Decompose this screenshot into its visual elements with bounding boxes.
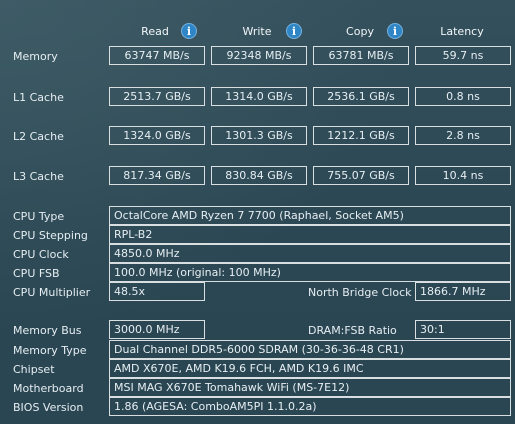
l2-write-value: 1301.3 GB/s [211, 126, 307, 145]
cpu-clock-value: 4850.0 MHz [109, 244, 511, 263]
north-bridge-clock-label: North Bridge Clock [308, 286, 412, 299]
cpu-stepping-value: RPL-B2 [109, 225, 511, 244]
info-icon[interactable]: i [387, 23, 403, 39]
bios-version-label: BIOS Version [13, 401, 84, 414]
info-icon[interactable]: i [181, 23, 197, 39]
cpu-stepping-label: CPU Stepping [13, 229, 88, 242]
l3-copy-value: 755.07 GB/s [313, 166, 409, 185]
l1-read-value: 2513.7 GB/s [109, 87, 205, 106]
memory-row-label: Memory [13, 50, 58, 63]
memory-copy-value: 63781 MB/s [313, 46, 409, 65]
cpu-clock-label: CPU Clock [13, 248, 69, 261]
cpu-fsb-value: 100.0 MHz (original: 100 MHz) [109, 263, 511, 282]
l1-copy-value: 2536.1 GB/s [313, 87, 409, 106]
memory-latency-value: 59.7 ns [415, 46, 511, 65]
cpu-multiplier-label: CPU Multiplier [13, 286, 91, 299]
motherboard-value: MSI MAG X670E Tomahawk WiFi (MS-7E12) [109, 378, 511, 397]
l3-write-value: 830.84 GB/s [211, 166, 307, 185]
memory-type-label: Memory Type [13, 344, 87, 357]
cpu-type-value: OctalCore AMD Ryzen 7 7700 (Raphael, Soc… [109, 206, 511, 225]
copy-header: Copy [346, 25, 374, 38]
l2-cache-row-label: L2 Cache [13, 130, 64, 143]
l2-latency-value: 2.8 ns [415, 126, 511, 145]
memory-write-value: 92348 MB/s [211, 46, 307, 65]
l3-latency-value: 10.4 ns [415, 166, 511, 185]
l3-cache-row-label: L3 Cache [13, 170, 64, 183]
chipset-label: Chipset [13, 363, 55, 376]
cpu-type-label: CPU Type [13, 210, 65, 223]
l2-read-value: 1324.0 GB/s [109, 126, 205, 145]
motherboard-label: Motherboard [13, 382, 84, 395]
l1-write-value: 1314.0 GB/s [211, 87, 307, 106]
l1-cache-row-label: L1 Cache [13, 91, 64, 104]
cpu-multiplier-value: 48.5x [109, 282, 205, 301]
cpu-fsb-label: CPU FSB [13, 267, 60, 280]
dram-fsb-ratio-label: DRAM:FSB Ratio [308, 324, 397, 337]
read-header: Read [141, 25, 169, 38]
dram-fsb-ratio-value: 30:1 [415, 320, 511, 339]
info-icon[interactable]: i [286, 23, 302, 39]
l1-latency-value: 0.8 ns [415, 87, 511, 106]
write-header: Write [242, 25, 272, 38]
l2-copy-value: 1212.1 GB/s [313, 126, 409, 145]
north-bridge-clock-value: 1866.7 MHz [415, 282, 511, 301]
latency-header: Latency [440, 25, 484, 38]
memory-bus-value: 3000.0 MHz [109, 320, 205, 339]
memory-type-value: Dual Channel DDR5-6000 SDRAM (30-36-36-4… [109, 340, 511, 359]
chipset-value: AMD X670E, AMD K19.6 FCH, AMD K19.6 IMC [109, 359, 511, 378]
memory-read-value: 63747 MB/s [109, 46, 205, 65]
l3-read-value: 817.34 GB/s [109, 166, 205, 185]
bios-version-value: 1.86 (AGESA: ComboAM5PI 1.1.0.2a) [109, 397, 511, 416]
memory-bus-label: Memory Bus [13, 324, 82, 337]
